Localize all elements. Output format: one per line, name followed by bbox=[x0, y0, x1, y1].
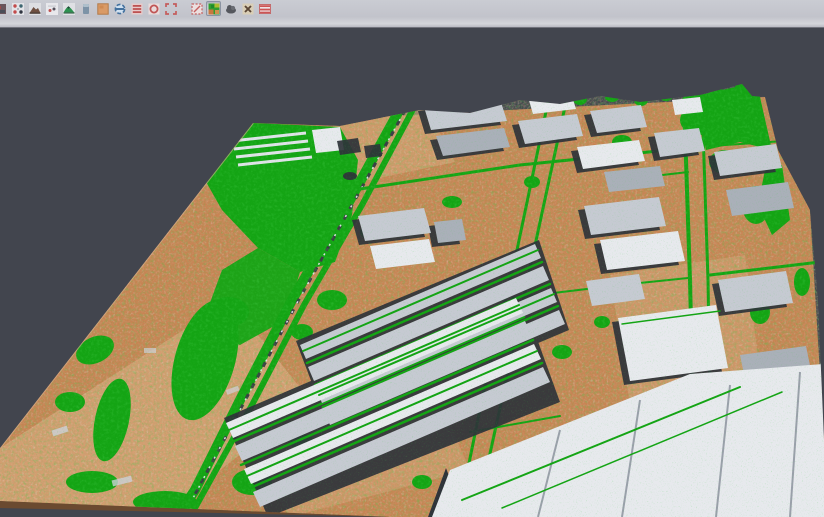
terrain-green-button[interactable] bbox=[61, 1, 76, 16]
classification-noise bbox=[0, 29, 824, 517]
classified-mesh-view-button[interactable] bbox=[206, 1, 221, 16]
red-layer-list-icon bbox=[131, 3, 143, 15]
selection-corners-icon bbox=[165, 3, 177, 15]
classified-mesh-view-icon bbox=[208, 3, 220, 15]
globe-sync-icon bbox=[114, 3, 126, 15]
red-circle-button[interactable] bbox=[146, 1, 161, 16]
red-circle-icon bbox=[148, 3, 160, 15]
clip-region-button[interactable] bbox=[189, 1, 204, 16]
ortho-tile-icon bbox=[97, 3, 109, 15]
prism-column-icon bbox=[80, 3, 92, 15]
gray-cloud-button[interactable] bbox=[223, 1, 238, 16]
align-points-button[interactable] bbox=[10, 1, 25, 16]
gray-cloud-icon bbox=[225, 3, 237, 15]
viewport-3d[interactable] bbox=[0, 29, 824, 517]
align-points-icon bbox=[12, 3, 24, 15]
sample-points-button[interactable] bbox=[44, 1, 59, 16]
clipped-tool-icon bbox=[0, 3, 7, 15]
clip-region-icon bbox=[191, 3, 203, 15]
sample-points-icon bbox=[46, 3, 58, 15]
striped-flag-button[interactable] bbox=[257, 1, 272, 16]
terrain-green-icon bbox=[63, 3, 75, 15]
cross-mark-button[interactable] bbox=[240, 1, 255, 16]
viewport-3d-mesh[interactable] bbox=[0, 29, 824, 517]
toolbar bbox=[0, 0, 824, 28]
globe-sync-button[interactable] bbox=[112, 1, 127, 16]
prism-column-button[interactable] bbox=[78, 1, 93, 16]
terrain-brown-icon bbox=[29, 3, 41, 15]
clipped-tool-button[interactable] bbox=[0, 1, 8, 16]
ortho-tile-button[interactable] bbox=[95, 1, 110, 16]
cross-mark-icon bbox=[242, 3, 254, 15]
terrain-brown-button[interactable] bbox=[27, 1, 42, 16]
red-layer-list-button[interactable] bbox=[129, 1, 144, 16]
selection-corners-button[interactable] bbox=[163, 1, 178, 16]
striped-flag-icon bbox=[259, 3, 271, 15]
